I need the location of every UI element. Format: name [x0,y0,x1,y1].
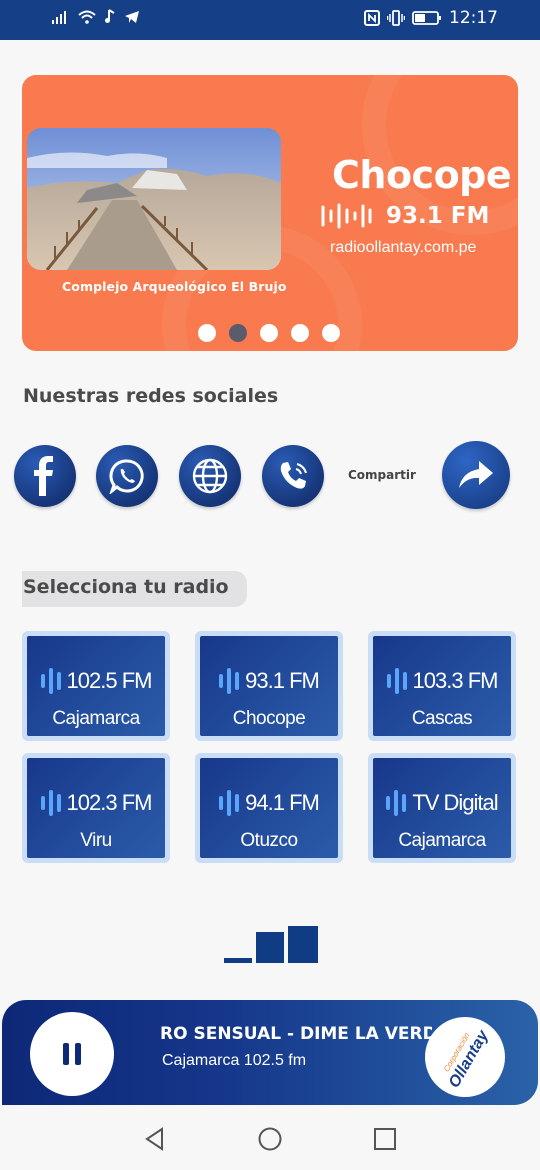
signal-icon [52,10,66,24]
globe-icon [192,458,228,494]
banner-caption: Complejo Arqueológico El Brujo [62,279,287,294]
carousel-dot[interactable] [291,324,309,342]
ollantay-logo: Corporación Ollantay [425,1017,505,1097]
radio-city: Chocope [232,708,306,729]
audio-bars-icon [386,668,407,694]
carousel-dot[interactable] [260,324,278,342]
radio-card-cascas-103-3[interactable]: 103.3 FM Cascas [368,631,516,741]
battery-icon [412,11,441,25]
now-playing-station: Cajamarca 102.5 fm [162,1052,307,1069]
audio-bars-icon [219,668,240,694]
audio-bars-icon [219,790,240,816]
audio-visualizer-icon [224,926,318,963]
radio-city: Cajamarca [52,708,140,729]
pause-icon [75,1043,81,1065]
nfc-icon [364,10,380,26]
recents-icon[interactable] [372,1126,398,1152]
status-icons-right: 12:17 [364,8,498,28]
back-icon[interactable] [142,1126,168,1152]
facebook-icon [34,456,53,496]
audio-bars-icon [40,790,61,816]
audio-bars-icon [40,668,61,694]
banner-frequency: 93.1 FM [386,203,490,229]
vibrate-icon [387,10,405,26]
radio-frequency: 103.3 FM [412,668,499,693]
website-button[interactable] [179,445,241,507]
radio-city: Otuzco [240,830,298,851]
status-icons-left [52,9,140,24]
pause-icon [63,1043,69,1065]
share-button[interactable] [442,441,510,509]
radio-city: Viru [80,830,112,851]
banner-carousel[interactable]: Complejo Arqueológico El Brujo Chocope 9… [22,75,518,351]
status-time: 12:17 [449,8,498,28]
radio-card-cajamarca-102-5[interactable]: 102.5 FM Cajamarca [22,631,170,741]
system-nav-bar [0,1106,540,1170]
share-arrow-icon [459,461,493,488]
carousel-dot-active[interactable] [229,324,247,342]
now-playing-song-title: RO SENSUAL - DIME LA VERDA [160,1024,432,1044]
radio-frequency: 94.1 FM [245,790,320,815]
phone-icon [280,462,307,489]
radio-card-tv-digital-cajamarca[interactable]: TV Digital Cajamarca [368,753,516,863]
facebook-button[interactable] [14,445,76,507]
status-bar: 12:17 [0,0,540,40]
radio-city: Cascas [411,708,473,729]
home-icon[interactable] [257,1126,283,1152]
wifi-icon [78,10,96,24]
radio-frequency: 93.1 FM [245,668,320,693]
radio-city: Cajamarca [398,830,486,851]
pause-button[interactable] [30,1012,114,1096]
whatsapp-icon [109,459,144,494]
banner-photo [27,128,281,270]
banner-frequency-row: 93.1 FM [320,201,489,231]
carousel-dot[interactable] [322,324,340,342]
carousel-indicator [198,324,340,342]
select-radio-title: Selecciona tu radio [23,576,229,598]
music-note-icon [105,9,115,23]
carousel-dot[interactable] [198,324,216,342]
radio-card-viru-102-3[interactable]: 102.3 FM Viru [22,753,170,863]
radio-card-chocope-93-1[interactable]: 93.1 FM Chocope [195,631,343,741]
banner-url: radioollantay.com.pe [330,239,477,256]
radio-frequency: 102.3 FM [66,790,153,815]
banner-station-name: Chocope [332,153,512,197]
radio-card-otuzco-94-1[interactable]: 94.1 FM Otuzco [195,753,343,863]
audio-bars-icon [386,790,407,816]
now-playing-bar[interactable]: RO SENSUAL - DIME LA VERDA Cajamarca 102… [2,1000,538,1105]
share-label: Compartir [348,468,416,482]
sound-wave-icon [321,203,372,229]
radio-frequency: 102.5 FM [66,668,153,693]
social-section-title: Nuestras redes sociales [23,385,279,407]
radio-frequency: TV Digital [412,790,498,815]
phone-button[interactable] [262,445,324,507]
whatsapp-button[interactable] [96,445,158,507]
telegram-icon [125,10,139,23]
